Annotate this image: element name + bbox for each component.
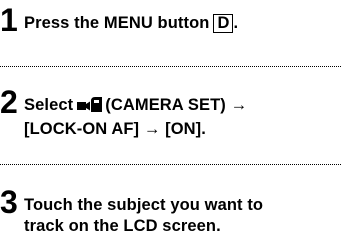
step-2: 2 Select (CAMERA SET) → [LOCK-ON AF] → […	[0, 86, 341, 140]
step-2-camera-set: (CAMERA SET) →	[105, 96, 248, 114]
divider	[0, 66, 341, 67]
step-text: Select (CAMERA SET) → [LOCK-ON AF] → [ON…	[24, 86, 247, 140]
step-number: 2	[0, 84, 18, 120]
step-text: Press the MENU button D.	[24, 4, 238, 34]
step-3-line-1: Touch the subject you want to	[24, 196, 264, 214]
step-3: 3 Touch the subject you want to track on…	[0, 186, 341, 237]
step-3-line-2: track on the LCD screen.	[24, 217, 221, 235]
step-2-line-2: [LOCK-ON AF] → [ON].	[24, 120, 206, 138]
step-1-period: .	[233, 14, 239, 32]
step-2-line-1: Select (CAMERA SET) →	[24, 95, 247, 119]
step-number: 1	[0, 2, 18, 38]
camera-set-icon	[77, 95, 103, 119]
step-1-text: Press the MENU button	[24, 14, 210, 32]
step-text: Touch the subject you want to track on t…	[24, 186, 263, 237]
step-1: 1 Press the MENU button D.	[0, 4, 341, 36]
step-number: 3	[0, 184, 18, 220]
step-2-select: Select	[24, 96, 74, 114]
divider	[0, 164, 341, 165]
button-label-box: D	[213, 14, 234, 33]
